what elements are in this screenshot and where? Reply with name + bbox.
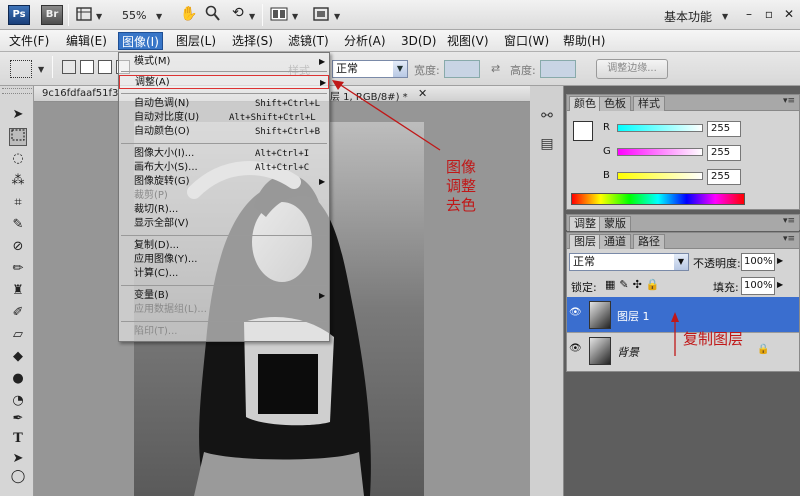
annotation-menu-note: 图像 调整 去色 — [446, 158, 477, 214]
annotation-arrow-menu — [335, 81, 441, 151]
arrowhead-icon — [332, 80, 344, 90]
annotation-layer-note: 复制图层 — [683, 330, 744, 348]
photoshop-window: Ps Br ▼ 55% ▼ ✋ ⟲ ▼ ▼ ▼ 基本功能 ▼ – ▫ ✕ 文件(… — [0, 0, 800, 496]
annotation-arrows — [332, 80, 679, 356]
arrowhead-icon — [671, 312, 679, 322]
